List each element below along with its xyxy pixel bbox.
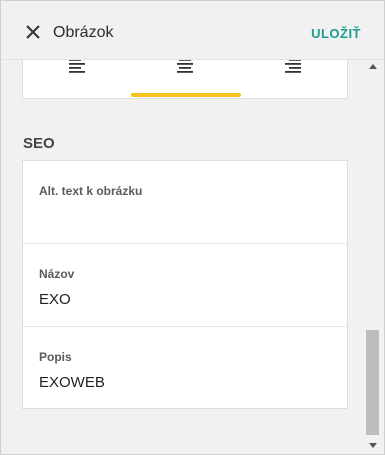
scroll-thumb[interactable] bbox=[366, 330, 379, 435]
align-left-icon bbox=[69, 60, 85, 73]
align-right-button[interactable] bbox=[239, 60, 347, 98]
seo-section-title: SEO bbox=[23, 135, 55, 152]
name-value[interactable]: EXO bbox=[39, 291, 71, 308]
scroll-down-arrow-icon[interactable] bbox=[369, 443, 377, 448]
scrollbar[interactable] bbox=[364, 60, 384, 454]
name-field[interactable]: Názov EXO bbox=[23, 244, 347, 327]
name-label: Názov bbox=[39, 267, 75, 281]
save-button[interactable]: ULOŽIŤ bbox=[311, 26, 361, 41]
align-left-button[interactable] bbox=[23, 60, 131, 98]
alignment-selector bbox=[22, 60, 348, 99]
panel-title: Obrázok bbox=[53, 24, 114, 41]
image-settings-panel: Obrázok ULOŽIŤ SEO Alt. text k obrázku N… bbox=[0, 0, 385, 455]
close-button[interactable] bbox=[22, 21, 44, 43]
description-field[interactable]: Popis EXOWEB bbox=[23, 327, 347, 410]
scroll-up-arrow-icon[interactable] bbox=[369, 64, 377, 69]
description-label: Popis bbox=[39, 350, 72, 364]
panel-header: Obrázok ULOŽIŤ bbox=[2, 2, 384, 60]
close-icon bbox=[26, 25, 40, 39]
active-alignment-indicator bbox=[131, 93, 241, 97]
align-right-icon bbox=[285, 60, 301, 73]
alt-text-field[interactable]: Alt. text k obrázku bbox=[23, 161, 347, 244]
alt-text-label: Alt. text k obrázku bbox=[39, 184, 143, 198]
align-center-icon bbox=[177, 60, 193, 73]
panel-content: SEO Alt. text k obrázku Názov EXO Popis … bbox=[2, 60, 364, 454]
seo-fields-card: Alt. text k obrázku Názov EXO Popis EXOW… bbox=[22, 160, 348, 409]
description-value[interactable]: EXOWEB bbox=[39, 374, 105, 391]
